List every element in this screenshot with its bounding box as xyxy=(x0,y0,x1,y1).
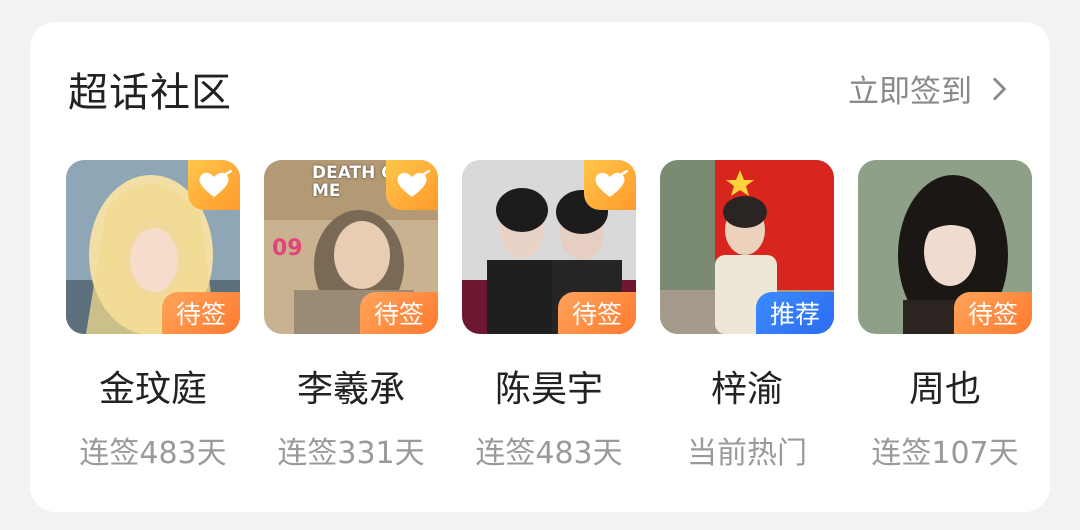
favorite-heart-icon xyxy=(386,160,438,210)
topic-thumbnail[interactable]: 待签 xyxy=(66,160,240,334)
topic-name: 陈昊宇 xyxy=(494,369,603,410)
status-badge: 待签 xyxy=(954,292,1032,334)
topic-streak: 连签107天 xyxy=(871,436,1019,471)
topic-thumbnail[interactable]: 推荐 xyxy=(660,160,834,334)
topic-item-1[interactable]: 待签 金玟庭 连签483天 xyxy=(66,160,240,472)
topic-thumbnail[interactable]: 09 DEATH OF ME 待签 xyxy=(264,160,438,334)
status-badge: 推荐 xyxy=(756,292,834,334)
topic-status: 当前热门 xyxy=(687,436,807,471)
topic-name: 金玟庭 xyxy=(98,369,207,410)
favorite-heart-icon xyxy=(584,160,636,210)
topic-streak: 连签331天 xyxy=(277,436,425,471)
topic-thumbnail[interactable]: 待签 xyxy=(462,160,636,334)
sign-in-now-label: 立即签到 xyxy=(848,74,972,110)
topic-item-3[interactable]: 待签 陈昊宇 连签483天 xyxy=(462,160,636,472)
topic-streak: 连签483天 xyxy=(79,436,227,471)
status-badge: 待签 xyxy=(360,292,438,334)
topic-item-4[interactable]: 推荐 梓渝 当前热门 xyxy=(660,160,834,472)
status-badge: 待签 xyxy=(162,292,240,334)
topic-item-5[interactable]: 待签 周也 连签107天 xyxy=(858,160,1032,472)
status-badge: 待签 xyxy=(558,292,636,334)
chevron-right-icon xyxy=(993,77,1006,100)
topic-name: 李羲承 xyxy=(296,369,405,410)
svg-text:09: 09 xyxy=(272,236,303,261)
topic-item-2[interactable]: 09 DEATH OF ME 待签 李羲承 连签331天 xyxy=(264,160,438,472)
topic-streak: 连签483天 xyxy=(475,436,623,471)
topic-name: 周也 xyxy=(908,369,981,410)
favorite-heart-icon xyxy=(188,160,240,210)
topic-thumbnail[interactable]: 待签 xyxy=(858,160,1032,334)
sign-in-now-button[interactable]: 立即签到 xyxy=(848,66,1012,111)
super-topic-card: 超话社区 立即签到 待签 金玟庭 连签483天 09 DEATH OF ME 待… xyxy=(30,22,1050,512)
topic-name: 梓渝 xyxy=(710,369,783,410)
section-title: 超话社区 xyxy=(68,70,232,116)
